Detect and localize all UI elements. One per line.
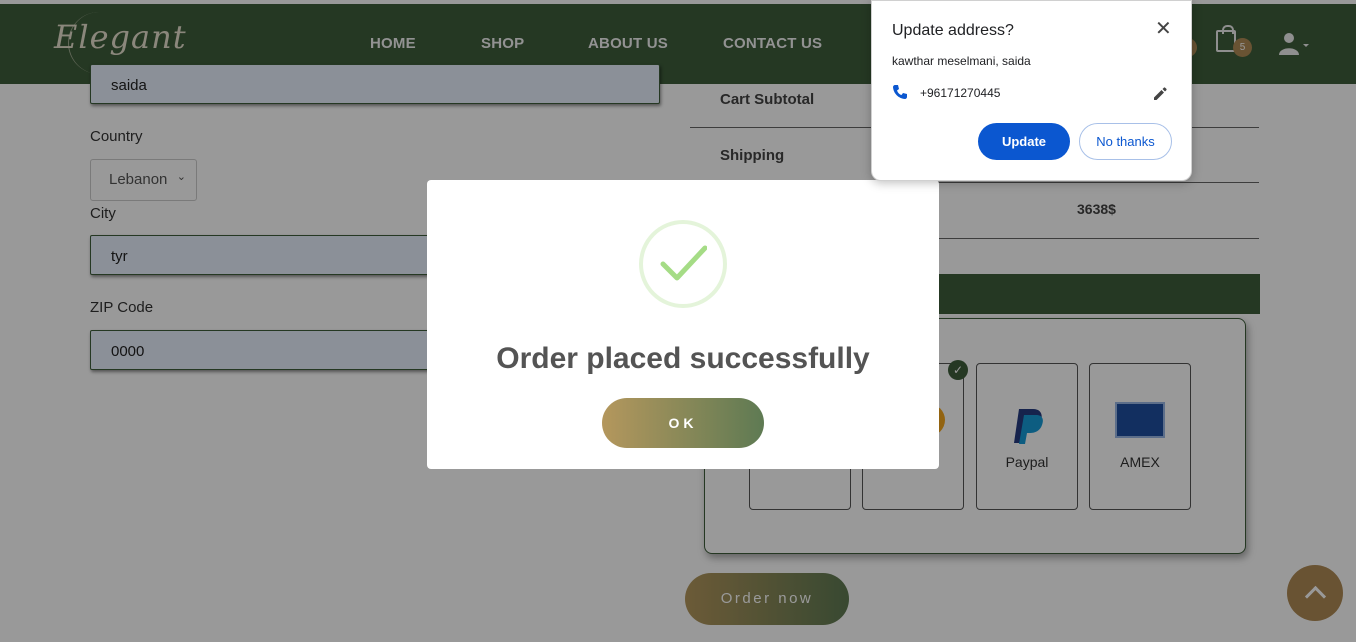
checkmark-icon (660, 245, 707, 281)
pencil-edit-icon[interactable] (1152, 86, 1168, 102)
success-dialog: Order placed successfully OK (427, 180, 939, 469)
popup-address: kawthar meselmani, saida (892, 54, 1031, 68)
no-thanks-button[interactable]: No thanks (1079, 123, 1172, 160)
close-icon[interactable]: ✕ (1155, 18, 1172, 38)
update-address-popup: Update address? ✕ kawthar meselmani, sai… (871, 0, 1192, 181)
phone-icon (893, 85, 907, 99)
ok-button[interactable]: OK (602, 398, 764, 448)
update-button[interactable]: Update (978, 123, 1070, 160)
dialog-title: Order placed successfully (496, 342, 870, 375)
popup-phone: +96171270445 (920, 86, 1001, 100)
popup-title: Update address? (892, 22, 1014, 39)
